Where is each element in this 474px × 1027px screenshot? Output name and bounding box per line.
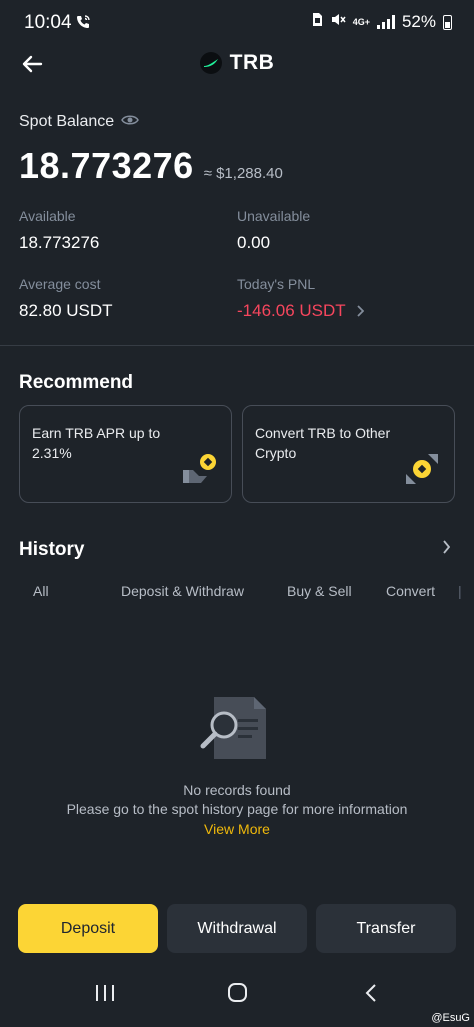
convert-icon [406,454,438,484]
todays-pnl-row[interactable]: -146.06 USDT [237,301,364,321]
balance-label: Spot Balance [19,113,115,130]
available-value: 18.773276 [19,233,100,252]
earn-card[interactable]: Earn TRB APR up to 2.31% [19,405,232,503]
balance-label-row: Spot Balance [19,113,140,131]
watermark: @EsuG [431,1012,470,1024]
history-tabs: All Deposit & Withdraw Buy & Sell Conver… [0,583,474,603]
screen: 10:04 4G+ 52% TRB Spot Balance 18.773276… [0,0,474,1027]
tab-convert[interactable]: Convert [386,583,435,599]
convert-card[interactable]: Convert TRB to Other Crypto [242,405,455,503]
unavailable-value: 0.00 [237,233,271,252]
tab-all[interactable]: All [33,583,49,599]
signal-icon [376,15,395,29]
average-cost-stat: Average cost 82.80 USDT [19,276,113,321]
header: TRB [0,44,474,84]
todays-pnl-label: Today's PNL [237,276,316,292]
average-cost-value: 82.80 USDT [19,301,113,320]
available-stat: Available 18.773276 [19,208,99,253]
unavailable-stat: Unavailable 0.00 [237,208,310,253]
no-records-icon [200,697,266,759]
todays-pnl-stat[interactable]: Today's PNL -146.06 USDT [237,276,364,321]
unavailable-label: Unavailable [237,208,311,224]
balance-usd-value: ≈ $1,288.40 [203,165,283,182]
status-indicators: 4G+ 52% [312,12,452,32]
trb-logo-icon [199,52,222,74]
divider [0,345,474,346]
mute-icon [330,12,346,32]
battery-icon [443,14,452,30]
home-icon[interactable] [227,983,248,1003]
earn-icon [183,454,216,483]
earn-card-text: Earn TRB APR up to 2.31% [32,425,161,461]
deposit-button[interactable]: Deposit [18,904,158,953]
recommend-title: Recommend [19,372,134,393]
back-nav-icon[interactable] [364,983,378,1003]
average-cost-label: Average cost [19,276,101,292]
tab-deposit-withdraw[interactable]: Deposit & Withdraw [121,583,244,599]
status-bar: 10:04 4G+ 52% [0,0,474,44]
available-label: Available [19,208,76,224]
view-more-link[interactable]: View More [0,821,474,837]
status-time: 10:04 [24,12,72,33]
withdrawal-button[interactable]: Withdrawal [167,904,307,953]
todays-pnl-value: -146.06 USDT [237,301,346,320]
tab-overflow-divider: | [458,583,462,599]
recent-apps-icon[interactable] [94,983,116,1003]
transfer-button[interactable]: Transfer [316,904,456,953]
history-title: History [19,539,85,560]
sim-card-icon [312,12,323,32]
chevron-right-icon [357,305,364,317]
page-title: TRB [229,51,275,74]
tab-buy-sell[interactable]: Buy & Sell [287,583,352,599]
battery-percent: 52% [401,12,436,31]
title-wrap: TRB [0,51,474,75]
balance-amount: 18.773276 [19,145,194,186]
wifi-call-icon [75,14,91,33]
convert-card-text: Convert TRB to Other Crypto [255,425,391,461]
history-chevron-icon[interactable] [442,540,450,554]
network-type: 4G+ [352,16,370,27]
no-records-description: Please go to the spot history page for m… [66,801,408,817]
balance-row: 18.773276 ≈ $1,288.40 [19,145,283,187]
no-records-title: No records found [183,782,291,798]
system-nav-bar: @EsuG [0,967,474,1027]
eye-icon[interactable] [121,113,140,131]
